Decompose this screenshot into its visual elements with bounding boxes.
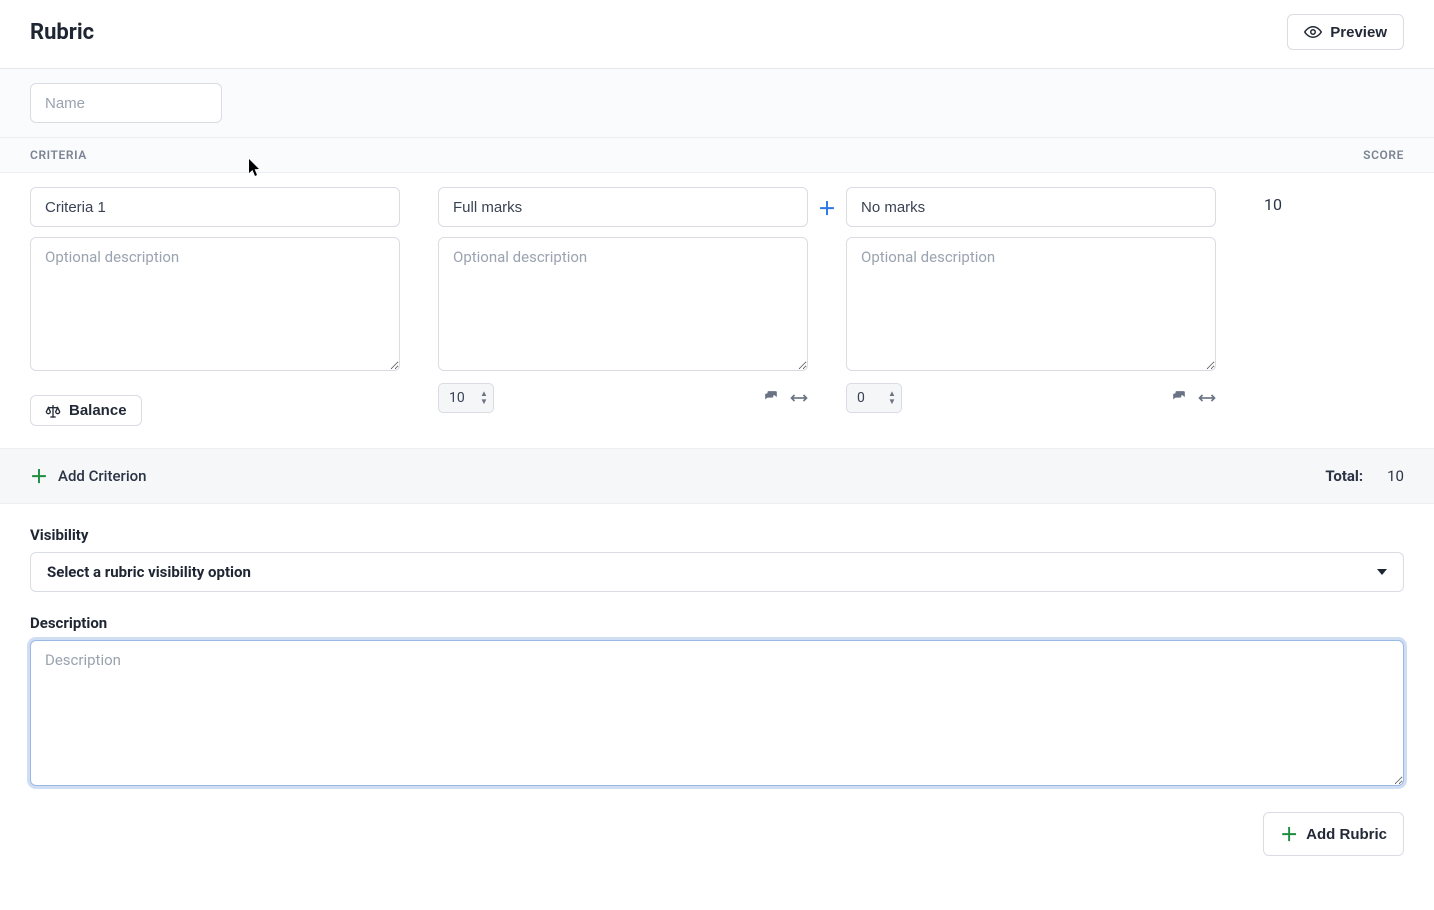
scale-icon xyxy=(45,403,61,419)
comments-icon[interactable] xyxy=(762,389,780,408)
level-name-input[interactable] xyxy=(438,187,808,227)
total-row: ＋ Add Criterion Total: 10 xyxy=(0,448,1434,504)
visibility-section: Visibility Select a rubric visibility op… xyxy=(0,504,1434,592)
comments-icon[interactable] xyxy=(1170,389,1188,408)
spacer-col xyxy=(410,187,428,426)
criteria-body: Balance 10 ▲ ▼ xyxy=(0,173,1434,448)
level-name-input[interactable] xyxy=(846,187,1216,227)
criterion-cell: Balance xyxy=(30,187,400,426)
stepper-down-icon[interactable]: ▼ xyxy=(479,398,489,406)
preview-button[interactable]: Preview xyxy=(1287,14,1404,50)
criteria-column-header: CRITERIA xyxy=(30,148,87,162)
total-value: 10 xyxy=(1387,467,1404,485)
name-row xyxy=(0,69,1434,138)
level-points-stepper[interactable]: 10 ▲ ▼ xyxy=(438,383,494,413)
level-description-textarea[interactable] xyxy=(438,237,808,371)
level-points-value: 10 xyxy=(449,390,465,406)
row-score-value: 10 xyxy=(1226,187,1286,426)
column-header-row: CRITERIA SCORE xyxy=(0,138,1434,173)
visibility-select[interactable]: Select a rubric visibility option xyxy=(30,552,1404,592)
add-criterion-label: Add Criterion xyxy=(58,467,147,485)
preview-button-label: Preview xyxy=(1330,24,1387,41)
move-horizontal-icon[interactable] xyxy=(790,389,808,408)
level-points-value: 0 xyxy=(857,390,865,406)
move-horizontal-icon[interactable] xyxy=(1198,389,1216,408)
add-criterion-button[interactable]: ＋ Add Criterion xyxy=(30,463,147,489)
plus-icon: ＋ xyxy=(30,463,48,489)
level-cell-full-marks: 10 ▲ ▼ xyxy=(438,187,808,426)
add-level-button[interactable]: ＋ xyxy=(818,187,836,221)
header-bar: Rubric Preview xyxy=(0,0,1434,69)
level-points-stepper[interactable]: 0 ▲ ▼ xyxy=(846,383,902,413)
caret-down-icon xyxy=(1377,569,1387,575)
footer: ＋ Add Rubric xyxy=(0,790,1434,886)
score-column-header: SCORE xyxy=(1363,148,1404,162)
level-description-textarea[interactable] xyxy=(846,237,1216,371)
total-display: Total: 10 xyxy=(1325,467,1404,485)
rubric-name-input[interactable] xyxy=(30,83,222,123)
rubric-editor-page: Rubric Preview CRITERIA SCORE xyxy=(0,0,1434,886)
criterion-row: Balance 10 ▲ ▼ xyxy=(30,187,1404,426)
total-label: Total: xyxy=(1325,467,1363,485)
page-title: Rubric xyxy=(30,20,94,45)
description-section: Description xyxy=(0,592,1434,790)
criterion-description-textarea[interactable] xyxy=(30,237,400,371)
stepper-arrows[interactable]: ▲ ▼ xyxy=(887,390,897,406)
level-subrow: 0 ▲ ▼ xyxy=(846,383,1216,413)
balance-button[interactable]: Balance xyxy=(30,395,142,426)
visibility-selected-value: Select a rubric visibility option xyxy=(47,563,251,581)
add-rubric-label: Add Rubric xyxy=(1306,826,1387,843)
criterion-name-input[interactable] xyxy=(30,187,400,227)
level-subrow: 10 ▲ ▼ xyxy=(438,383,808,413)
eye-icon xyxy=(1304,23,1322,41)
add-rubric-button[interactable]: ＋ Add Rubric xyxy=(1263,812,1404,856)
balance-button-label: Balance xyxy=(69,402,127,419)
stepper-down-icon[interactable]: ▼ xyxy=(887,398,897,406)
description-label: Description xyxy=(30,614,1404,632)
stepper-arrows[interactable]: ▲ ▼ xyxy=(479,390,489,406)
plus-icon: ＋ xyxy=(1280,821,1298,847)
add-level-between: ＋ xyxy=(818,187,836,426)
description-textarea[interactable] xyxy=(30,640,1404,786)
level-cell-no-marks: 0 ▲ ▼ xyxy=(846,187,1216,426)
visibility-label: Visibility xyxy=(30,526,1404,544)
